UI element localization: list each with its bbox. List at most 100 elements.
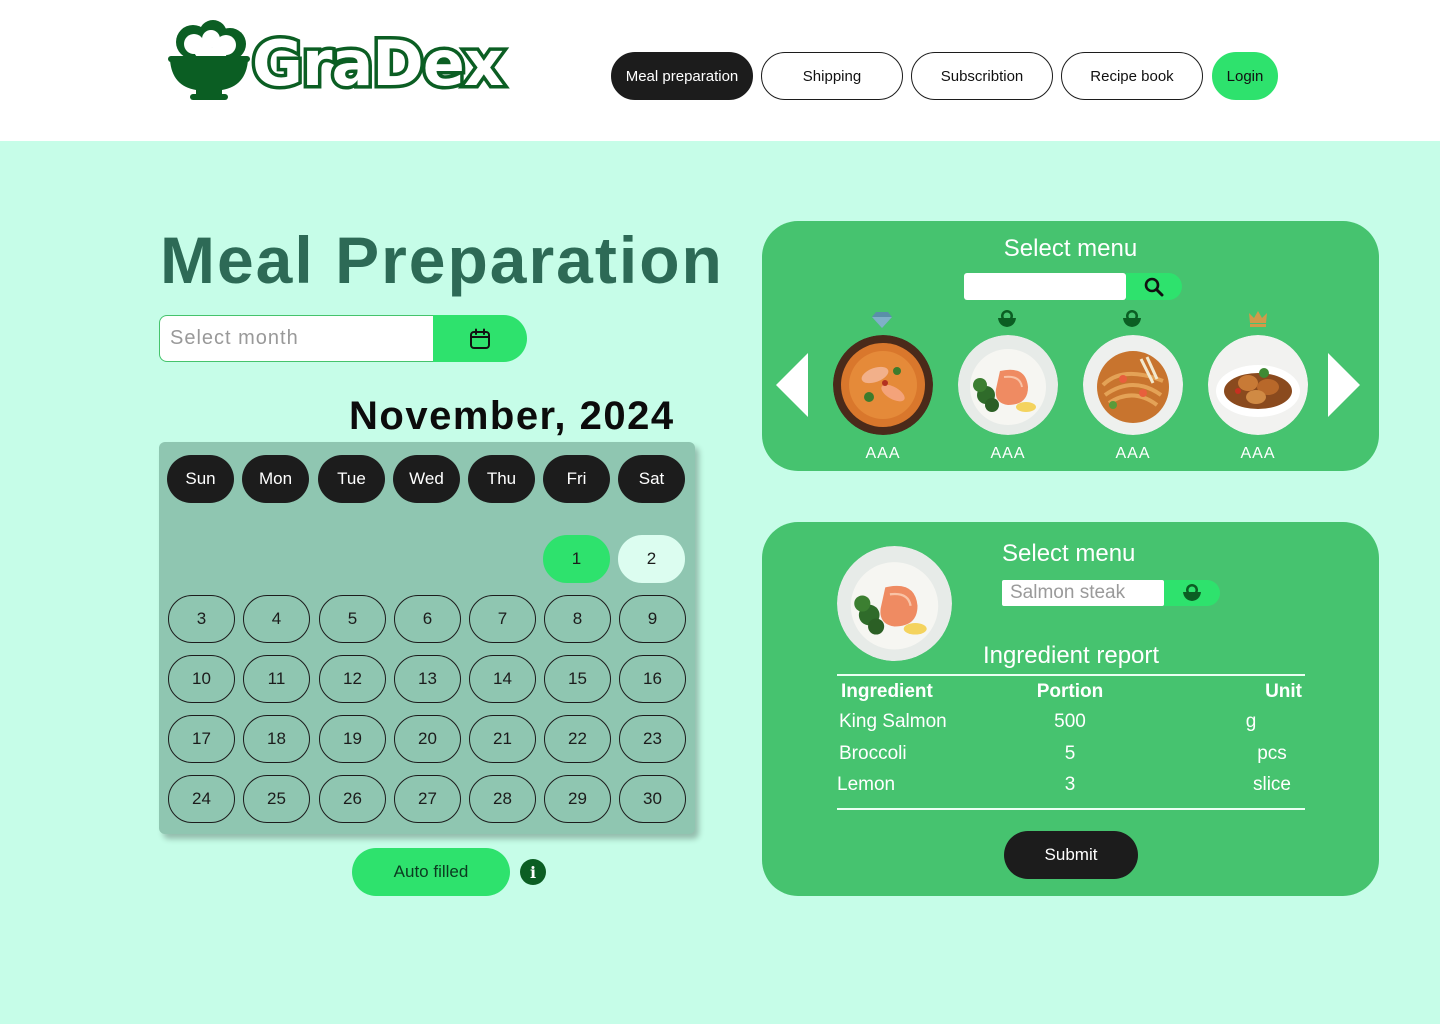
table-cell-unit: g xyxy=(1245,711,1257,732)
weekday-mon: Mon xyxy=(242,455,309,503)
table-cell-ingredient: King Salmon xyxy=(839,711,947,732)
page-title: Meal Preparation xyxy=(160,223,724,297)
calendar-day[interactable]: 11 xyxy=(243,655,310,703)
food-item-image[interactable] xyxy=(1083,335,1183,435)
calendar-day[interactable]: 5 xyxy=(319,595,386,643)
calendar-day[interactable]: 27 xyxy=(394,775,461,823)
table-cell-portion: 500 xyxy=(1054,711,1086,732)
weekday-wed: Wed xyxy=(393,455,460,503)
calendar-day[interactable]: 15 xyxy=(544,655,611,703)
food-item-label: AAA xyxy=(1115,445,1151,462)
rice-bowl-icon xyxy=(1183,584,1201,601)
brand-name: GraDex xyxy=(249,23,508,103)
calendar-day[interactable]: 6 xyxy=(394,595,461,643)
column-header-ingredient: Ingredient xyxy=(841,681,933,702)
calendar-day[interactable]: 9 xyxy=(619,595,686,643)
food-item-image[interactable] xyxy=(958,335,1058,435)
login-button[interactable]: Login xyxy=(1212,52,1278,100)
nav-recipe-book[interactable]: Recipe book xyxy=(1061,52,1203,100)
table-cell-ingredient: Lemon xyxy=(837,774,896,795)
noodle-dish-icon xyxy=(1083,335,1183,435)
crown-icon xyxy=(1249,311,1267,327)
calendar-day[interactable]: 14 xyxy=(469,655,536,703)
food-item-label: AAA xyxy=(1240,445,1276,462)
weekday-tue: Tue xyxy=(318,455,385,503)
calendar-day[interactable]: 19 xyxy=(319,715,386,763)
ingredient-panel: Select menu Salmon steak Ingredient repo… xyxy=(762,522,1379,896)
search-icon xyxy=(1144,277,1164,296)
calendar-grid: Sun Mon Tue Wed Thu Fri Sat 1 2 3 4 5 6 7 8 9 10 11 12 13 14… xyxy=(159,442,695,834)
table-cell-ingredient: Broccoli xyxy=(839,743,907,764)
calendar-day[interactable]: 21 xyxy=(469,715,536,763)
calendar-day[interactable]: 20 xyxy=(394,715,461,763)
calendar-day[interactable]: 10 xyxy=(168,655,235,703)
calendar-day[interactable]: 25 xyxy=(243,775,310,823)
rice-bowl-icon xyxy=(998,310,1016,327)
main-nav: Meal preparation Shipping Subscribtion R… xyxy=(611,52,1278,100)
table-cell-portion: 3 xyxy=(1064,774,1076,795)
calendar-day[interactable]: 8 xyxy=(544,595,611,643)
rice-bowl-icon xyxy=(1123,310,1141,327)
calendar-heading: November, 2024 xyxy=(349,394,675,438)
rice-bowl-icon xyxy=(168,20,250,100)
food-item-image[interactable] xyxy=(1208,335,1308,435)
nav-subscription[interactable]: Subscribtion xyxy=(911,52,1053,100)
weekday-fri: Fri xyxy=(543,455,610,503)
calendar-day[interactable]: 13 xyxy=(394,655,461,703)
table-top-rule xyxy=(837,674,1305,676)
logo[interactable]: GraDex xyxy=(166,20,508,103)
fish-dish-icon xyxy=(1208,335,1308,435)
calendar-day[interactable]: 1 xyxy=(543,535,610,583)
header: GraDex Meal preparation Shipping Subscri… xyxy=(0,0,1440,141)
weekday-thu: Thu xyxy=(468,455,535,503)
calendar-icon xyxy=(470,328,490,349)
ingredient-panel-title: Select menu xyxy=(1002,540,1136,567)
month-picker: Select month xyxy=(159,315,527,362)
food-item-label: AAA xyxy=(865,445,901,462)
calendar-day[interactable]: 18 xyxy=(243,715,310,763)
food-item-label: AAA xyxy=(990,445,1026,462)
menu-name-button[interactable] xyxy=(1164,580,1220,606)
info-icon[interactable]: i xyxy=(520,859,546,885)
salmon-dish-icon xyxy=(958,335,1058,435)
month-input[interactable]: Select month xyxy=(159,315,433,362)
nav-meal-preparation[interactable]: Meal preparation xyxy=(611,52,753,100)
calendar-day[interactable]: 22 xyxy=(544,715,611,763)
column-header-portion: Portion xyxy=(1036,681,1104,702)
calendar-day[interactable]: 2 xyxy=(618,535,685,583)
menu-search-button[interactable] xyxy=(1126,273,1182,300)
food-item-image[interactable] xyxy=(833,335,933,435)
table-bottom-rule xyxy=(837,808,1305,810)
weekday-sun: Sun xyxy=(167,455,234,503)
menu-name-input[interactable]: Salmon steak xyxy=(1002,580,1164,606)
carousel-prev-arrow-icon[interactable] xyxy=(776,353,810,417)
menu-select-panel: Select menu AAA AAA AAA AAA xyxy=(762,221,1379,471)
menu-select-title: Select menu xyxy=(1003,235,1138,262)
calendar-day[interactable]: 4 xyxy=(243,595,310,643)
calendar-day[interactable]: 26 xyxy=(319,775,386,823)
calendar-day[interactable]: 12 xyxy=(319,655,386,703)
diamond-icon xyxy=(872,312,892,328)
table-cell-portion: 5 xyxy=(1064,743,1076,764)
table-cell-unit: slice xyxy=(1252,774,1291,795)
weekday-sat: Sat xyxy=(618,455,685,503)
table-cell-unit: pcs xyxy=(1257,743,1287,764)
column-header-unit: Unit xyxy=(1265,681,1302,702)
calendar-day[interactable]: 29 xyxy=(544,775,611,823)
ingredient-report-title: Ingredient report xyxy=(982,642,1160,669)
month-picker-button[interactable] xyxy=(433,315,527,362)
submit-button[interactable]: Submit xyxy=(1004,831,1138,879)
nav-shipping[interactable]: Shipping xyxy=(761,52,903,100)
menu-search-input[interactable] xyxy=(964,273,1126,300)
calendar-day[interactable]: 28 xyxy=(469,775,536,823)
calendar-day[interactable]: 30 xyxy=(619,775,686,823)
calendar-day[interactable]: 24 xyxy=(168,775,235,823)
calendar-day[interactable]: 17 xyxy=(168,715,235,763)
curry-dish-icon xyxy=(833,335,933,435)
carousel-next-arrow-icon[interactable] xyxy=(1326,353,1360,417)
auto-filled-button[interactable]: Auto filled xyxy=(352,848,510,896)
calendar-day[interactable]: 3 xyxy=(168,595,235,643)
calendar-day[interactable]: 23 xyxy=(619,715,686,763)
calendar-day[interactable]: 7 xyxy=(469,595,536,643)
calendar-day[interactable]: 16 xyxy=(619,655,686,703)
